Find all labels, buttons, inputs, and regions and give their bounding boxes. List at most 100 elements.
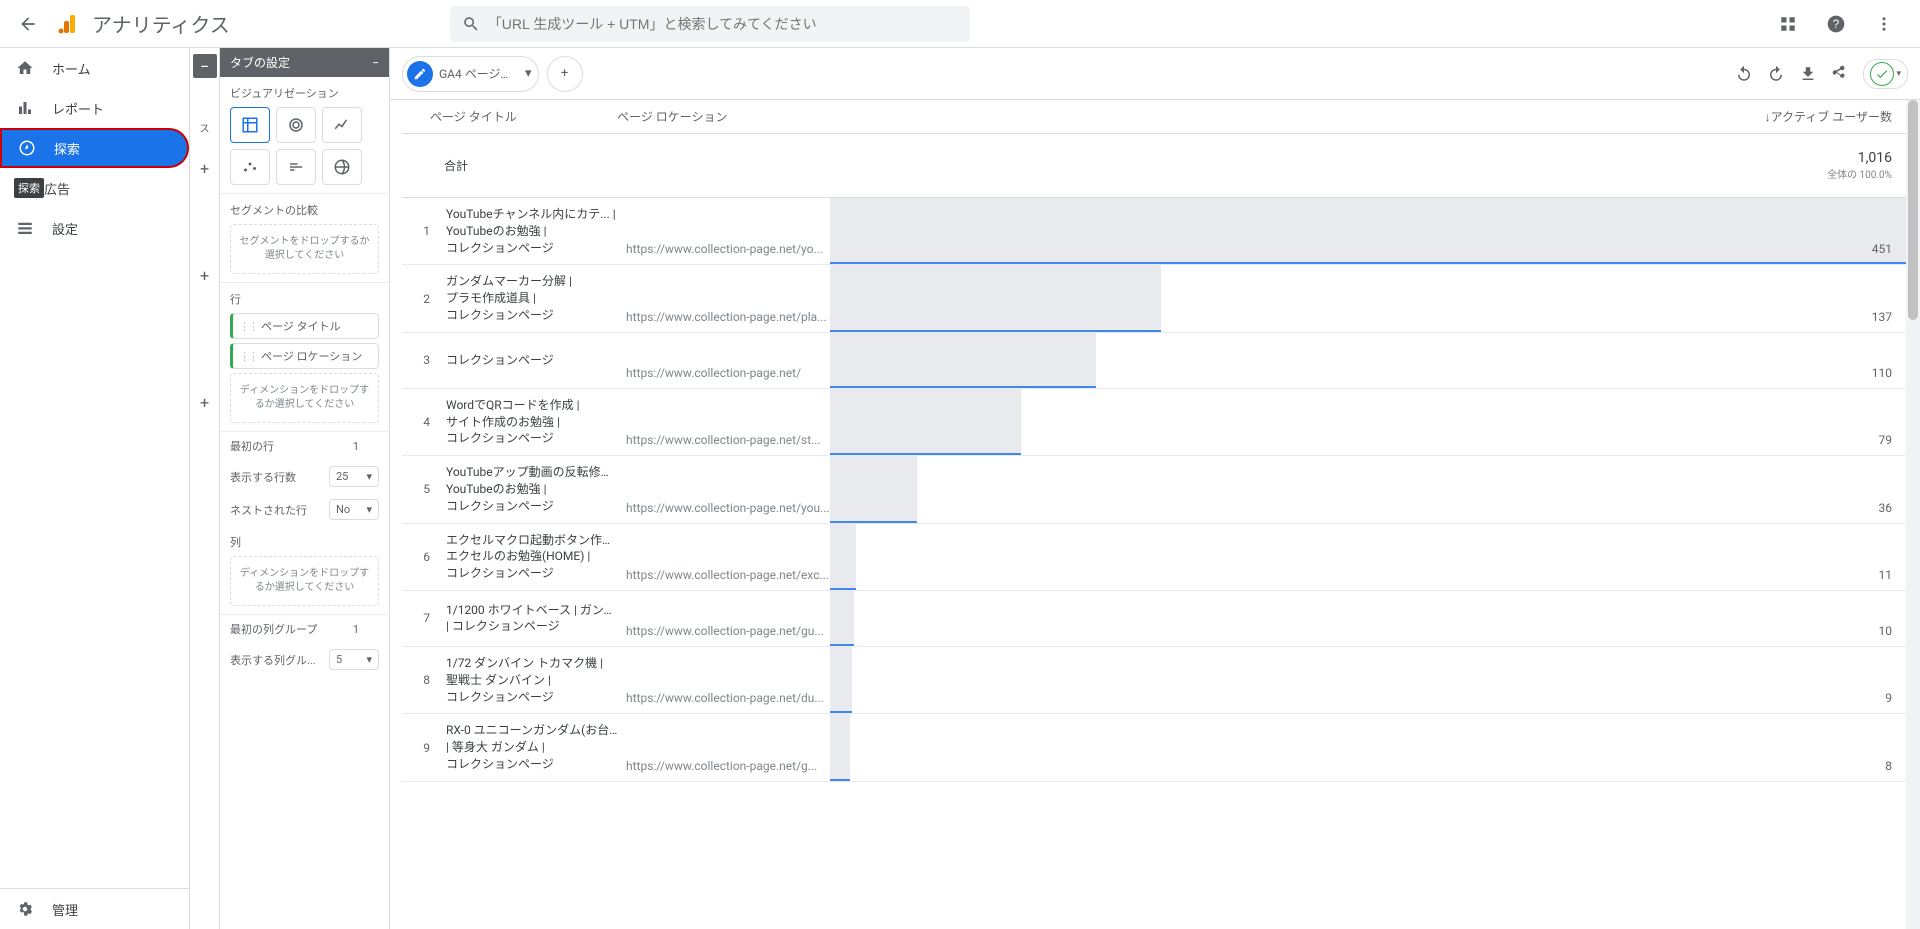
row-page-title: コレクションページ <box>442 333 622 388</box>
row-value: 79 <box>1879 433 1893 447</box>
tab-settings-panel: タブの設定 − ビジュアリゼーション セグメントの比較 セグメントをドロップする… <box>220 48 390 929</box>
first-colg-value[interactable]: 1 <box>353 623 379 636</box>
viz-label: ビジュアリゼーション <box>230 85 379 101</box>
viz-geo-icon[interactable] <box>322 149 362 185</box>
row-number: 1 <box>402 198 442 264</box>
grid-switcher-icon[interactable] <box>1768 4 1808 44</box>
svg-text:?: ? <box>1833 18 1840 31</box>
viz-scatter-icon[interactable] <box>230 149 270 185</box>
chevron-down-icon[interactable]: ▾ <box>1896 69 1901 79</box>
table-row[interactable]: 7 1/1200 ホワイトベース | ガンプラ| コレクションページ https… <box>402 591 1920 647</box>
collapse-button[interactable]: − <box>193 54 217 78</box>
sidebar-item-admin[interactable]: 管理 <box>0 889 189 929</box>
dimension-chip-page-location[interactable]: ⋮⋮ページ ロケーション <box>230 343 379 369</box>
table-row[interactable]: 4 WordでQRコードを作成 |サイト作成のお勉強 |コレクションページ ht… <box>402 389 1920 456</box>
row-number: 7 <box>402 591 442 646</box>
table-row[interactable]: 6 エクセルマクロ起動ボタン作成 |エクセルのお勉強(HOME) |コレクション… <box>402 524 1920 591</box>
column-header-page-title[interactable]: ページ タイトル <box>402 108 617 125</box>
cols-dropzone[interactable]: ディメンションをドロップするか選択してください <box>230 556 379 606</box>
total-sub: 全体の 100.0% <box>832 166 1892 181</box>
sidebar-item-label: 設定 <box>52 219 78 238</box>
add-tab-button[interactable]: + <box>547 56 583 92</box>
row-number: 6 <box>402 524 442 590</box>
segment-label: セグメントの比較 <box>230 202 379 218</box>
cols-label: 列 <box>230 534 379 550</box>
first-row-value[interactable]: 1 <box>353 440 379 453</box>
gear-icon <box>16 900 36 918</box>
row-bar-cell: 9 <box>830 647 1920 713</box>
row-page-location: https://www.collection-page.net/du... <box>622 647 830 713</box>
viz-table-icon[interactable] <box>230 107 270 143</box>
download-icon[interactable] <box>1799 65 1817 83</box>
row-value: 451 <box>1872 242 1892 256</box>
viz-line-icon[interactable] <box>322 107 362 143</box>
sidebar-item-settings[interactable]: 設定 <box>0 208 189 248</box>
row-bar-cell: 79 <box>830 389 1920 455</box>
share-icon[interactable] <box>1831 65 1849 83</box>
row-page-title: 1/1200 ホワイトベース | ガンプラ| コレクションページ <box>442 591 622 646</box>
nested-rows-select[interactable]: No▾ <box>329 499 379 520</box>
add-icon[interactable]: + <box>190 369 219 436</box>
more-icon[interactable] <box>1864 4 1904 44</box>
undo-icon[interactable] <box>1735 65 1753 83</box>
sidebar-item-label: 探索 <box>54 139 80 158</box>
table-row[interactable]: 2 ガンダムマーカー分解 |プラモ作成道具 |コレクションページ https:/… <box>402 265 1920 332</box>
table-row[interactable]: 8 1/72 ダンバイン トカマク機 |聖戦士 ダンバイン |コレクションページ… <box>402 647 1920 714</box>
table-row[interactable]: 1 YouTubeチャンネル内にカテ... |YouTubeのお勉強 |コレクシ… <box>402 198 1920 265</box>
column-header-active-users[interactable]: ↓アクティブ ユーザー数 <box>832 108 1920 125</box>
table-row[interactable]: 9 RX-0 ユニコーンガンダム(お台場)| 等身大 ガンダム |コレクションペ… <box>402 714 1920 781</box>
sidebar-item-explore[interactable]: 探索 <box>0 128 189 168</box>
scrollbar[interactable] <box>1906 100 1920 929</box>
column-header-page-location[interactable]: ページ ロケーション <box>617 108 832 125</box>
row-page-title: 1/72 ダンバイン トカマク機 |聖戦士 ダンバイン |コレクションページ <box>442 647 622 713</box>
tab-bar: GA4 ページタ... ▾ + ▾ <box>390 48 1920 100</box>
status-ok-icon[interactable] <box>1870 62 1894 86</box>
rows-dropzone[interactable]: ディメンションをドロップするか選択してください <box>230 373 379 423</box>
report-area: GA4 ページタ... ▾ + ▾ ページ タイトル ページ ロケーション ↓ア… <box>390 48 1920 929</box>
variables-panel-collapsed: − ス + + + <box>190 48 220 929</box>
show-rows-select[interactable]: 25▾ <box>329 466 379 487</box>
search-bar[interactable] <box>450 6 970 42</box>
row-number: 4 <box>402 389 442 455</box>
redo-icon[interactable] <box>1767 65 1785 83</box>
help-icon[interactable]: ? <box>1816 4 1856 44</box>
row-bar-cell: 137 <box>830 265 1920 331</box>
sidebar-item-home[interactable]: ホーム <box>0 48 189 88</box>
chevron-down-icon: ▾ <box>366 470 372 483</box>
sidebar-item-label: ホーム <box>52 59 91 78</box>
total-label: 合計 <box>402 157 832 174</box>
report-icon <box>16 99 36 117</box>
add-icon[interactable]: + <box>190 242 219 309</box>
row-number: 9 <box>402 714 442 780</box>
sidebar-item-reports[interactable]: レポート <box>0 88 189 128</box>
row-number: 8 <box>402 647 442 713</box>
dimension-chip-page-title[interactable]: ⋮⋮ページ タイトル <box>230 313 379 339</box>
row-page-location: https://www.collection-page.net/st... <box>622 389 830 455</box>
add-icon[interactable]: + <box>190 135 219 202</box>
row-number: 5 <box>402 456 442 522</box>
show-colg-select[interactable]: 5▾ <box>329 649 379 670</box>
header: アナリティクス ? <box>0 0 1920 48</box>
row-value: 137 <box>1872 310 1892 324</box>
first-colg-label: 最初の列グループ <box>230 621 317 637</box>
collapse-icon[interactable]: − <box>372 56 379 70</box>
nested-rows-label: ネストされた行 <box>230 502 307 518</box>
viz-donut-icon[interactable] <box>276 107 316 143</box>
data-table: ページ タイトル ページ ロケーション ↓アクティブ ユーザー数 合計 1,01… <box>390 100 1920 929</box>
row-value: 110 <box>1872 366 1892 380</box>
show-colg-label: 表示する列グル... <box>230 652 316 668</box>
search-input[interactable] <box>488 16 958 32</box>
viz-bar-icon[interactable] <box>276 149 316 185</box>
row-page-location: https://www.collection-page.net/pla... <box>622 265 830 331</box>
search-icon <box>462 15 480 33</box>
back-button[interactable] <box>8 4 48 44</box>
row-bar-cell: 110 <box>830 333 1920 388</box>
row-page-location: https://www.collection-page.net/yo... <box>622 198 830 264</box>
table-row[interactable]: 5 YouTubeアップ動画の反転修正... |YouTubeのお勉強 |コレク… <box>402 456 1920 523</box>
chevron-down-icon[interactable]: ▾ <box>525 66 532 81</box>
report-tab[interactable]: GA4 ページタ... ▾ <box>402 56 539 92</box>
table-row[interactable]: 3 コレクションページ https://www.collection-page.… <box>402 333 1920 389</box>
segment-dropzone[interactable]: セグメントをドロップするか選択してください <box>230 224 379 274</box>
home-icon <box>16 59 36 77</box>
edit-icon <box>407 61 433 87</box>
